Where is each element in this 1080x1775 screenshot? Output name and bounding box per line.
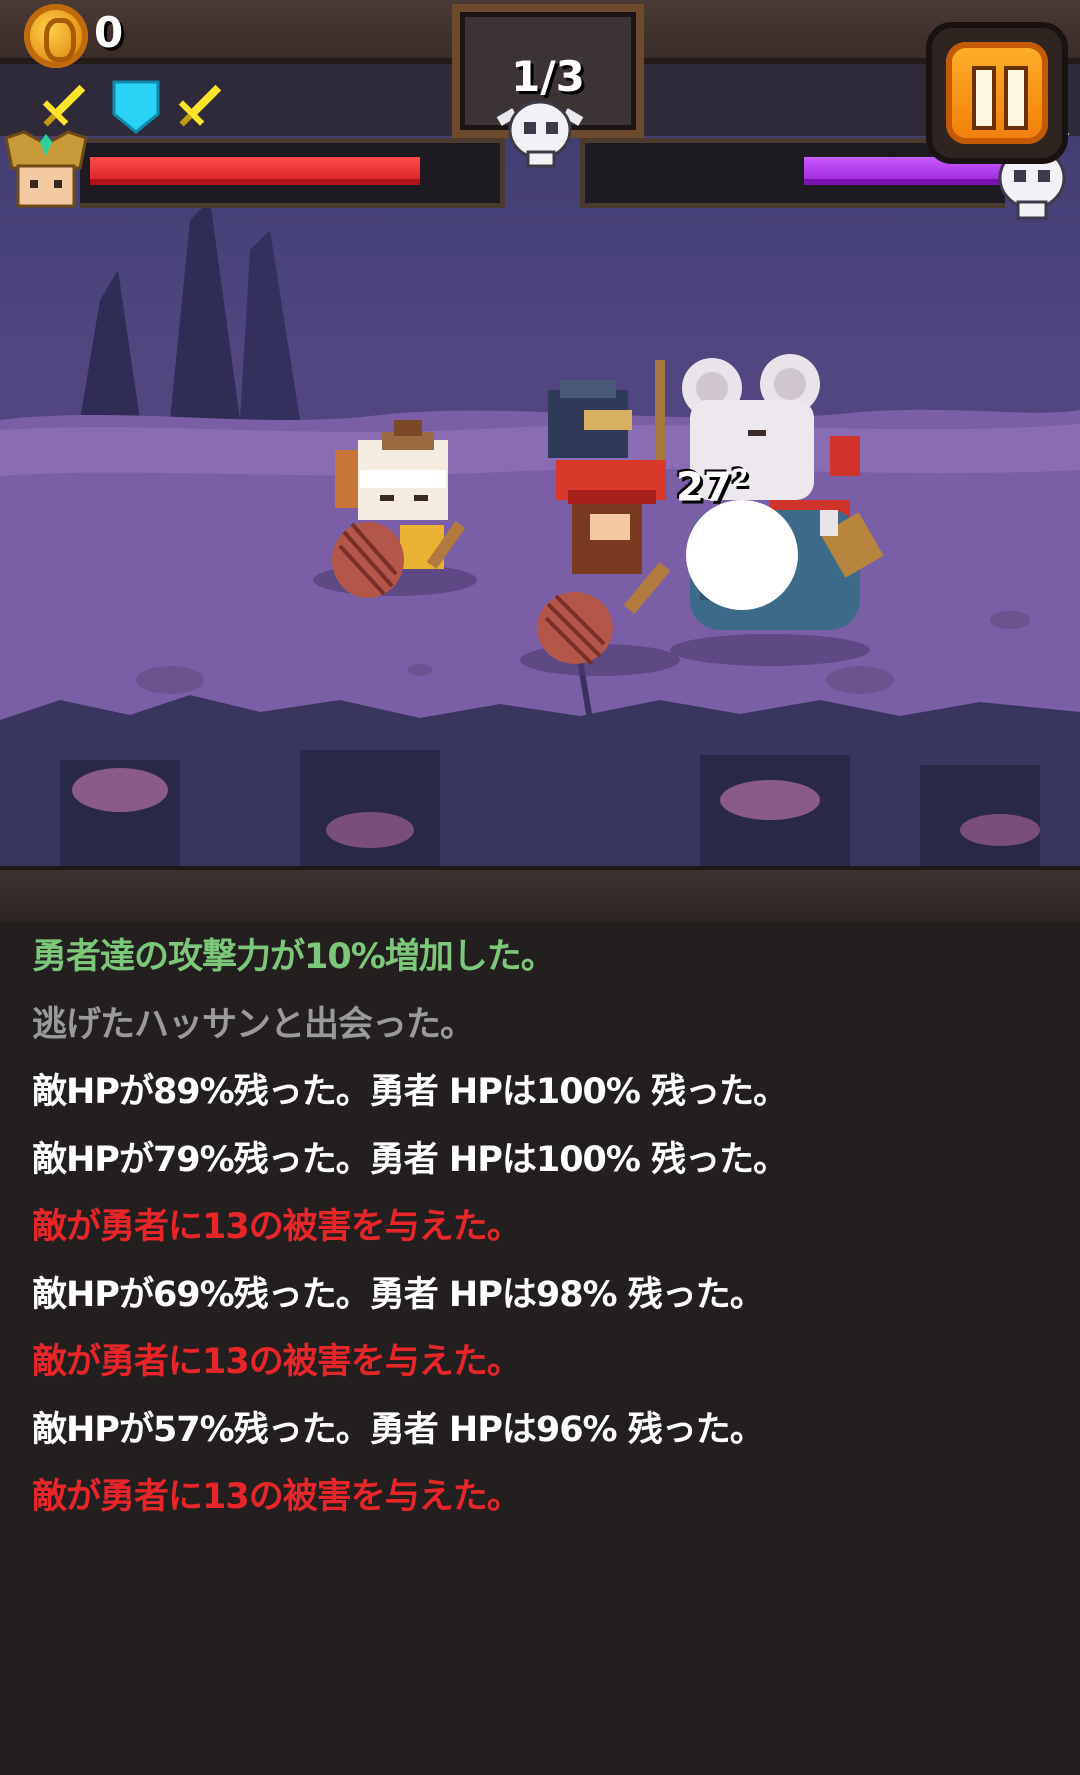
log-line: 敵HPが79%残った。勇者 HPは100% 残った。	[32, 1140, 788, 1180]
log-line: 敵が勇者に13の被害を与えた。	[32, 1342, 522, 1382]
sword-icon	[178, 84, 222, 127]
game-screen: 272 0 1/3 勇者達の攻撃力が10%増加した。 逃げたハッサンと出会った。…	[0, 0, 1080, 1775]
battle-log: 勇者達の攻撃力が10%増加した。 逃げたハッサンと出会った。 敵HPが89%残っ…	[0, 918, 1080, 1775]
damage-superscript: 2	[731, 464, 749, 492]
pause-button[interactable]	[926, 22, 1068, 164]
coin-count: 0	[94, 8, 124, 57]
hero-hp-fill	[90, 157, 420, 185]
sword-icon	[42, 84, 86, 127]
coin-icon	[24, 4, 88, 68]
scene-divider-beam	[0, 866, 1080, 922]
hud: 0 1/3	[0, 0, 1080, 220]
log-line: 敵HPが89%残った。勇者 HPは100% 残った。	[32, 1072, 788, 1112]
log-line: 敵が勇者に13の被害を与えた。	[32, 1477, 522, 1517]
log-line: 逃げたハッサンと出会った。	[32, 1005, 475, 1045]
hit-flash-effect	[686, 500, 798, 610]
pause-icon	[946, 42, 1048, 144]
hero-hp-bar	[80, 138, 505, 208]
shield-icon	[112, 80, 160, 134]
skull-icon	[496, 100, 584, 168]
log-line: 敵HPが57%残った。勇者 HPは96% 残った。	[32, 1410, 765, 1450]
log-line: 敵が勇者に13の被害を与えた。	[32, 1207, 522, 1247]
hero-portrait-icon	[4, 130, 88, 208]
log-line: 敵HPが69%残った。勇者 HPは98% 残った。	[32, 1275, 765, 1315]
log-line: 勇者達の攻撃力が10%増加した。	[32, 937, 556, 977]
